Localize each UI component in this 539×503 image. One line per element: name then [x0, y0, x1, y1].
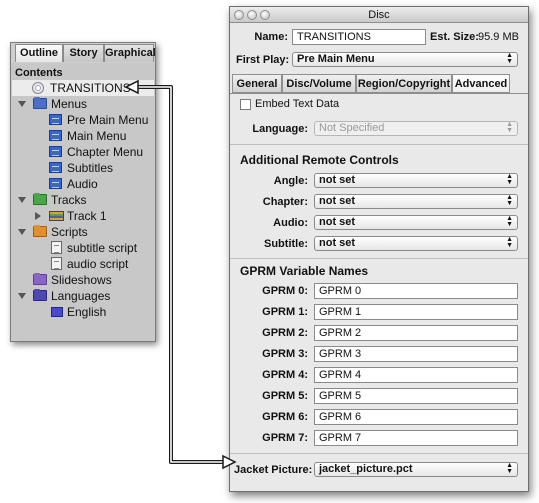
arrowhead-right-icon — [222, 454, 237, 470]
connector-line-inner — [130, 86, 231, 463]
connector-arrow — [124, 79, 237, 470]
connector-line — [130, 85, 231, 464]
arrowhead-left-icon — [124, 79, 139, 95]
